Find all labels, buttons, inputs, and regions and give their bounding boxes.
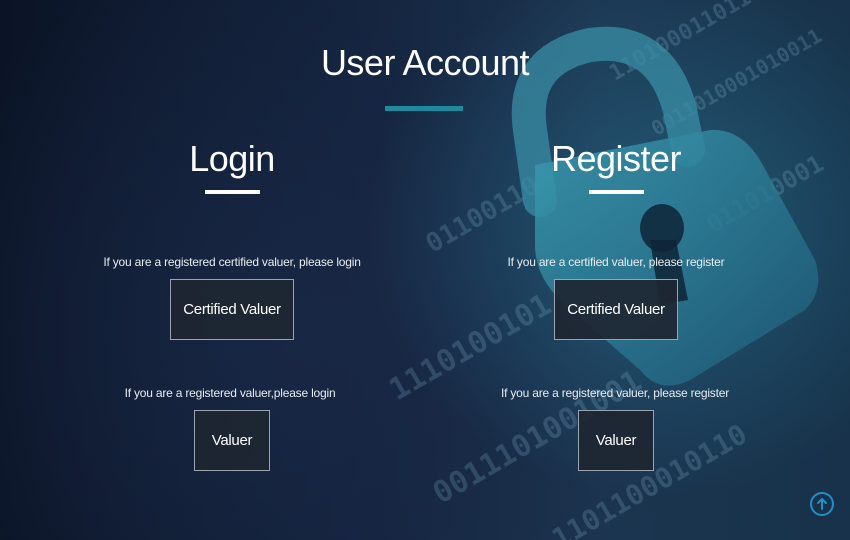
login-certified-hint: If you are a registered certified valuer… bbox=[103, 255, 361, 269]
page-title: User Account bbox=[320, 42, 530, 83]
register-heading-underline bbox=[589, 190, 644, 194]
scroll-top-button[interactable] bbox=[810, 492, 834, 516]
arrow-up-circle-icon bbox=[817, 498, 827, 510]
title-underline bbox=[385, 106, 463, 111]
register-certified-valuer-label: Certified Valuer bbox=[567, 301, 665, 318]
register-valuer-hint: If you are a registered valuer, please r… bbox=[500, 386, 730, 400]
login-certified-valuer-label: Certified Valuer bbox=[183, 301, 281, 318]
login-heading-underline bbox=[205, 190, 260, 194]
register-heading: Register bbox=[550, 138, 682, 179]
login-heading: Login bbox=[189, 138, 275, 179]
login-valuer-hint: If you are a registered valuer,please lo… bbox=[124, 386, 336, 400]
login-certified-valuer-button[interactable]: Certified Valuer bbox=[170, 279, 294, 340]
login-valuer-button[interactable]: Valuer bbox=[194, 410, 270, 471]
register-valuer-button[interactable]: Valuer bbox=[578, 410, 654, 471]
login-valuer-label: Valuer bbox=[211, 432, 253, 449]
register-certified-valuer-button[interactable]: Certified Valuer bbox=[554, 279, 678, 340]
register-certified-hint: If you are a certified valuer, please re… bbox=[507, 255, 725, 269]
register-valuer-label: Valuer bbox=[595, 432, 637, 449]
